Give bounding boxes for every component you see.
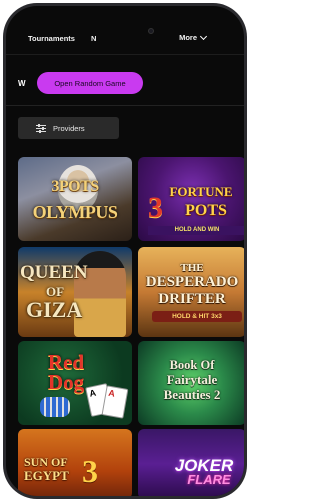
game-title-line3: GIZA xyxy=(26,297,83,322)
screen: Tournaments N More W Open Random Game Pr… xyxy=(6,6,244,496)
game-title-line2: FLARE xyxy=(187,472,231,487)
game-subtitle-band: HOLD & HIT 3x3 xyxy=(152,311,242,322)
game-tile-red-dog[interactable]: Red Dog A A xyxy=(18,341,132,425)
game-title-line1: 3POTS xyxy=(51,178,99,195)
header-divider xyxy=(6,54,244,55)
game-title-line2: DESPERADO xyxy=(145,274,239,290)
game-title-line1: SUN OF xyxy=(24,455,68,469)
filters-divider xyxy=(6,105,244,106)
playing-card-artwork: A xyxy=(101,385,129,419)
game-title-line2: POTS xyxy=(185,202,227,219)
game-title-line1: Book Of xyxy=(169,358,215,372)
front-camera xyxy=(148,28,154,34)
providers-button[interactable]: Providers xyxy=(18,117,119,139)
nav-more[interactable]: More xyxy=(179,32,208,42)
game-title-line2: Fairytale xyxy=(166,372,218,387)
game-tile-desperado-drifter[interactable]: THE DESPERADO DRIFTER HOLD & HIT 3x3 xyxy=(138,247,244,337)
game-title-number: 3 xyxy=(148,191,163,224)
nav-tournaments[interactable]: Tournaments xyxy=(28,34,75,43)
game-tile-queen-of-giza[interactable]: QUEEN OF GIZA xyxy=(18,247,132,337)
game-title-line2: Dog xyxy=(47,369,85,394)
game-title-line1: QUEEN xyxy=(20,262,88,283)
top-navigation: Tournaments N More xyxy=(6,28,244,50)
poker-chips-artwork xyxy=(40,397,70,417)
game-tile-3pots-olympus[interactable]: 3POTS OLYMPUS xyxy=(18,157,132,241)
nav-more-label: More xyxy=(179,33,197,42)
open-random-game-button[interactable]: Open Random Game xyxy=(37,72,143,94)
game-title-number: 3 xyxy=(82,453,98,489)
game-title-line3: DRIFTER xyxy=(158,291,226,307)
game-title-line1: THE xyxy=(180,262,204,274)
game-title-line2: OLYMPUS xyxy=(32,202,118,222)
providers-label: Providers xyxy=(53,123,85,133)
game-subtitle-band: HOLD AND WIN xyxy=(148,226,244,235)
game-tile-book-of-fairytale-beauties-2[interactable]: Book Of Fairytale Beauties 2 xyxy=(138,341,244,425)
game-title-line1: FORTUNE xyxy=(169,184,233,199)
game-tile-sun-of-egypt-3[interactable]: SUN OF EGYPT 3 xyxy=(18,429,132,496)
game-tile-3-fortune-pots[interactable]: FORTUNE 3 POTS HOLD AND WIN xyxy=(138,157,244,241)
phone-frame: Tournaments N More W Open Random Game Pr… xyxy=(3,3,247,499)
nav-item-partial[interactable]: N xyxy=(91,34,96,43)
game-title-line2: EGYPT xyxy=(24,468,69,483)
game-title-line3: Beauties 2 xyxy=(163,387,221,402)
chevron-down-icon xyxy=(199,32,208,40)
sliders-icon xyxy=(36,124,46,133)
game-tile-joker-flare[interactable]: JOKER FLARE xyxy=(138,429,244,496)
category-label[interactable]: W xyxy=(18,79,26,88)
